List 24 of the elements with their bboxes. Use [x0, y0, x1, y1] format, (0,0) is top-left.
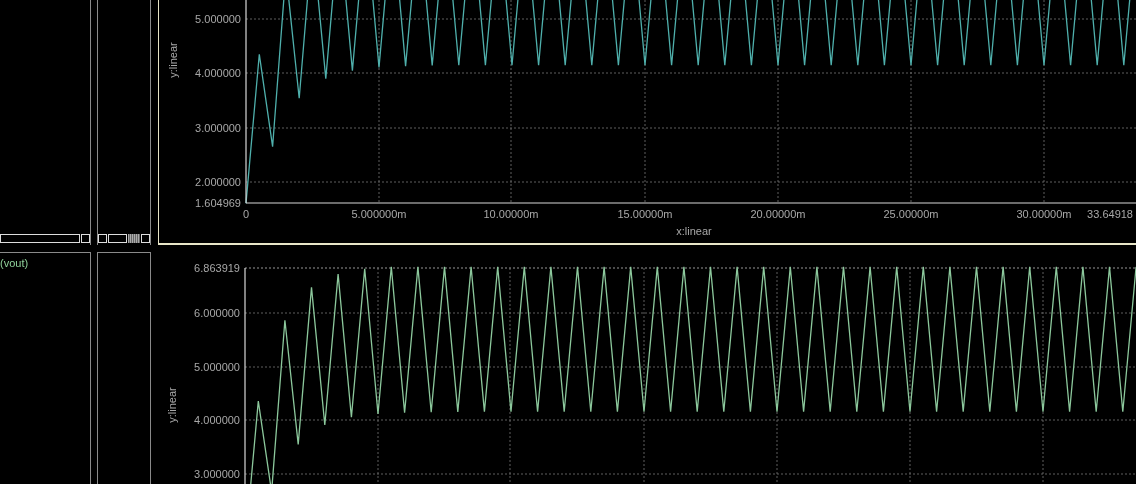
y-tick-label: 1.604969 [195, 197, 241, 209]
y-tick-label: 6.863919 [194, 262, 240, 274]
x-tick-label: 5.000000m [351, 208, 407, 220]
axis-title: x:linear [676, 225, 712, 237]
x-tick-label: 0 [242, 208, 250, 220]
y-tick-label: 6.000000 [194, 307, 240, 319]
x-tick-label: 30.00000m [1016, 208, 1072, 220]
y-tick-label: 2.000000 [195, 176, 241, 188]
y-tick-label: 5.000000 [195, 13, 241, 25]
axis-title: y:linear [166, 387, 178, 423]
x-tick-label: 10.00000m [483, 208, 539, 220]
y-tick-label: 4.000000 [194, 414, 240, 426]
y-tick-label: 4.000000 [195, 67, 241, 79]
signal-name[interactable]: (vout) [0, 253, 90, 269]
x-tick-label: 25.00000m [883, 208, 939, 220]
y-tick-label: 3.000000 [194, 468, 240, 480]
x-tick-label: 15.00000m [617, 208, 673, 220]
x-tick-label: 20.00000m [750, 208, 806, 220]
y-tick-label: 5.000000 [194, 361, 240, 373]
axis-title: y:linear [167, 42, 179, 78]
y-tick-label: 3.000000 [195, 122, 241, 134]
horizontal-scrollbar[interactable] [98, 234, 150, 243]
horizontal-scrollbar[interactable] [0, 234, 90, 243]
x-tick-label: 33.64918 [1087, 208, 1133, 220]
